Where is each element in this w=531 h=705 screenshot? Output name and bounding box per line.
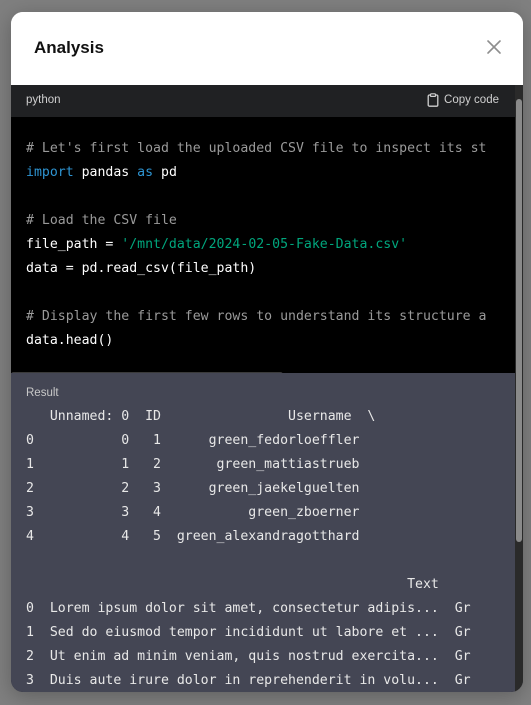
code-content[interactable]: # Let's first load the uploaded CSV file… <box>11 117 523 378</box>
code-keyword: import <box>26 165 74 180</box>
result-line: 0 Lorem ipsum dolor sit amet, consectetu… <box>26 601 471 616</box>
code-line-comment: # Let's first load the uploaded CSV file… <box>26 141 487 156</box>
result-line: 1 Sed do eiusmod tempor incididunt ut la… <box>26 625 471 640</box>
result-line: 3 Duis aute irure dolor in reprehenderit… <box>26 673 471 688</box>
analysis-modal: Analysis python Copy code # Let's first … <box>11 12 523 692</box>
code-string: '/mnt/data/2024-02-05-Fake-Data.csv' <box>121 237 408 252</box>
clipboard-icon <box>427 93 439 107</box>
modal-title: Analysis <box>34 38 104 57</box>
result-label: Result <box>26 387 59 399</box>
code-keyword: as <box>137 165 154 180</box>
code-line-comment: # Load the CSV file <box>26 213 177 228</box>
code-header: python Copy code <box>11 85 523 117</box>
code-text: file_path = <box>26 237 122 252</box>
code-text: data = pd.read_csv(file_path) <box>26 261 257 276</box>
result-line: 1 1 2 green_mattiastrueb <box>26 457 360 472</box>
code-text: pd <box>153 165 177 180</box>
code-line-comment: # Display the first few rows to understa… <box>26 309 487 324</box>
result-output: Unnamed: 0 ID Username \ 0 0 1 green_fed… <box>26 405 523 692</box>
result-panel[interactable]: Result Unnamed: 0 ID Username \ 0 0 1 gr… <box>11 373 523 692</box>
result-line: 3 3 4 green_zboerner <box>26 505 360 520</box>
result-line: 0 0 1 green_fedorloeffler <box>26 433 360 448</box>
copy-code-button[interactable]: Copy code <box>427 93 499 107</box>
vertical-scrollbar-thumb[interactable] <box>516 99 522 542</box>
result-line: 4 4 5 green_alexandragotthard <box>26 529 360 544</box>
code-language-label: python <box>26 94 61 106</box>
code-text: pandas <box>73 165 138 180</box>
result-line: 2 2 3 green_jaekelguelten <box>26 481 360 496</box>
result-line: Unnamed: 0 ID Username \ <box>26 409 376 424</box>
code-text: data.head() <box>26 333 114 348</box>
modal-body[interactable]: python Copy code # Let's first load the … <box>11 85 523 692</box>
copy-code-label: Copy code <box>444 94 499 106</box>
close-button[interactable] <box>483 36 505 58</box>
vertical-scrollbar[interactable] <box>515 85 523 692</box>
modal-header: Analysis <box>11 12 523 85</box>
result-line: Text <box>26 577 455 592</box>
result-line: 2 Ut enim ad minim veniam, quis nostrud … <box>26 649 471 664</box>
close-icon <box>487 40 501 54</box>
